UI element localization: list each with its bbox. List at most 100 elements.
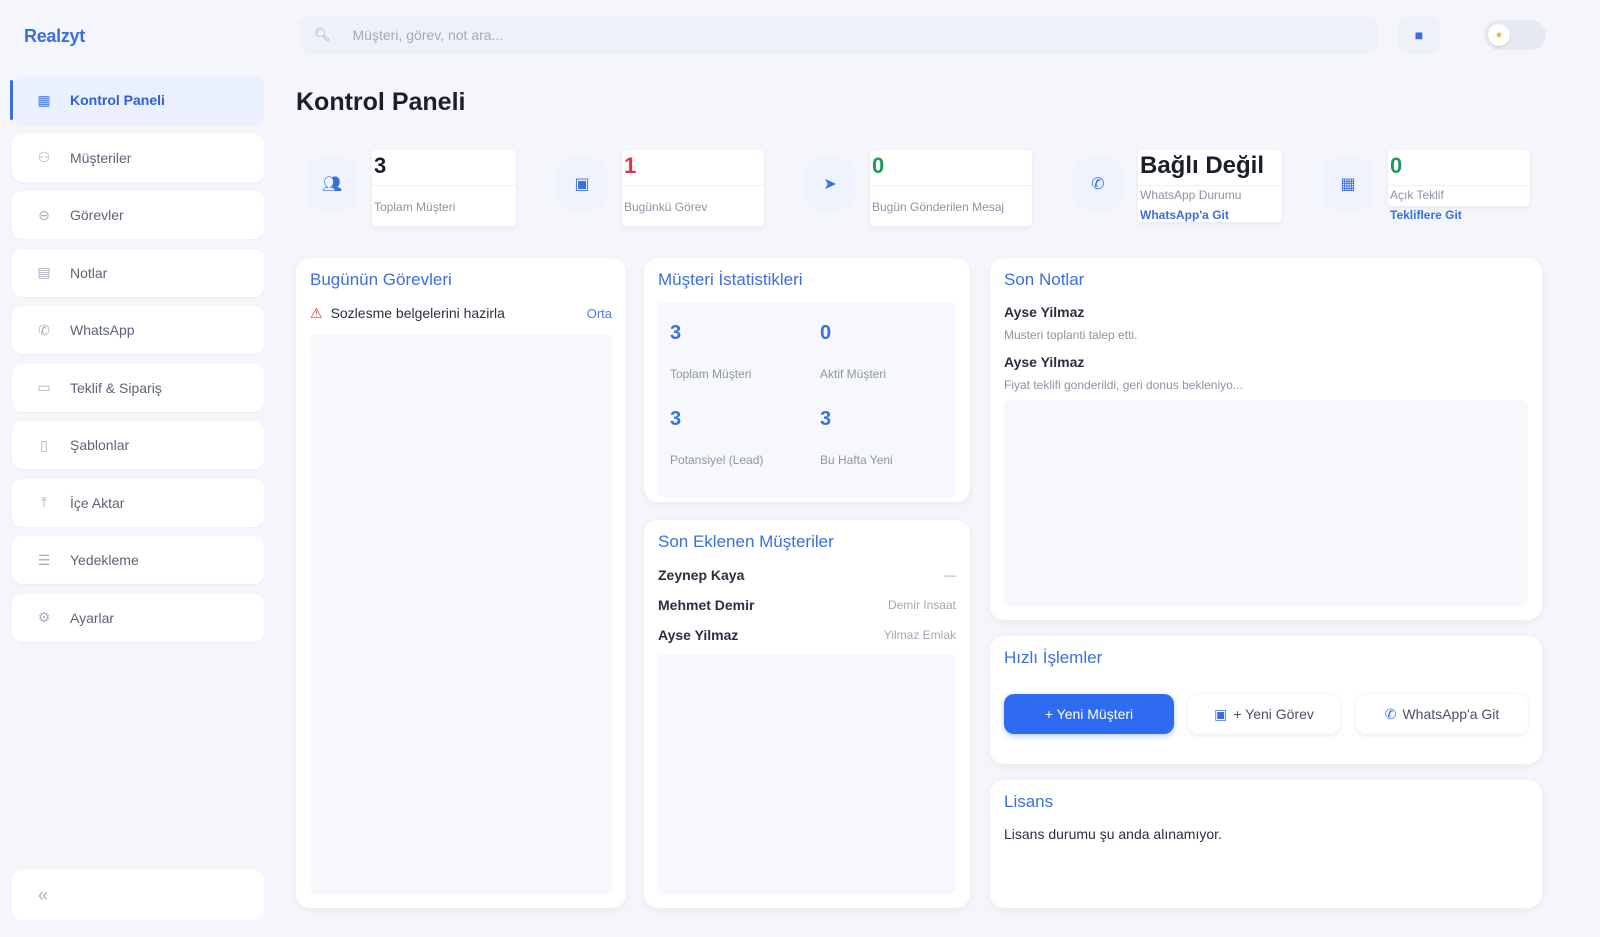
stat-number: 3: [670, 322, 682, 344]
customer-row[interactable]: Ayse Yilmaz Yilmaz Emlak: [658, 624, 956, 646]
stat-panel: 0 Açık Teklif Tekliflere Git: [1388, 150, 1530, 222]
note-author[interactable]: Ayse Yilmaz: [1004, 304, 1084, 320]
note-icon: ▤: [37, 264, 51, 280]
stat-total-customers: 3 Toplam Müşteri: [670, 322, 810, 381]
task-text: Sozlesme belgelerini hazirla: [330, 305, 505, 321]
users-icon: ⚇: [37, 149, 51, 165]
brand-logo[interactable]: Realzyt: [24, 26, 85, 47]
sidebar-item-whatsapp[interactable]: ✆ WhatsApp: [12, 306, 264, 354]
customer-row[interactable]: Mehmet Demir Demir Insaat: [658, 594, 956, 616]
priority-badge: Orta: [586, 305, 612, 321]
upload-icon: ⤒: [40, 494, 48, 510]
customer-name: Mehmet Demir: [658, 597, 755, 613]
sidebar-item-label: WhatsApp: [70, 322, 135, 338]
stat-number: 3: [670, 408, 682, 430]
sidebar-item-backup[interactable]: ☰ Yedekleme: [12, 536, 264, 584]
stat-card-today-tasks: ▣ 1 Bugünkü Görev: [556, 150, 768, 226]
bookmark-icon: ■: [1414, 27, 1424, 43]
stat-caption: Potansiyel (Lead): [670, 453, 764, 467]
stat-value: 1: [622, 150, 764, 186]
sidebar-item-notes[interactable]: ▤ Notlar: [12, 248, 264, 297]
stat-card-total-customers: 👥︎ 3 Toplam Müşteri: [306, 150, 518, 226]
search-input[interactable]: [352, 27, 1253, 43]
task-item[interactable]: ⚠ Sozlesme belgelerini hazirla Orta: [310, 302, 612, 324]
card-title: Son Eklenen Müşteriler: [658, 532, 834, 551]
note-author[interactable]: Ayse Yilmaz: [1004, 354, 1084, 370]
stat-label: Bugün Gönderilen Mesaj: [872, 200, 1005, 214]
tasks-list-area: [310, 334, 612, 894]
stat-value: Bağlı Değil: [1138, 150, 1282, 186]
search-bar[interactable]: 🔍︎: [300, 16, 1378, 54]
page-title: Kontrol Paneli: [296, 88, 466, 116]
stat-caption: Toplam Müşteri: [670, 367, 752, 381]
send-icon: ➤: [804, 158, 856, 210]
calendar-icon: ▣: [1214, 705, 1228, 722]
grid-icon: ▦: [37, 91, 51, 108]
recent-customers-card: Son Eklenen Müşteriler Zeynep Kaya — Meh…: [644, 520, 970, 908]
offers-link[interactable]: Tekliflere Git: [1390, 208, 1462, 222]
customer-company: Demir Insaat: [887, 598, 956, 612]
notes-list-area: [1004, 400, 1528, 606]
quick-actions-card: Hızlı İşlemler + Yeni Müşteri ▣ + Yeni G…: [990, 636, 1542, 764]
sidebar-item-templates[interactable]: ▯ Şablonlar: [12, 421, 264, 469]
theme-toggle[interactable]: ●: [1484, 20, 1546, 50]
whatsapp-link[interactable]: WhatsApp'a Git: [1140, 208, 1229, 222]
customer-stats-grid: 3 Toplam Müşteri 0 Aktif Müşteri 3 Potan…: [658, 302, 956, 498]
stat-value: 0: [1388, 150, 1530, 186]
recent-notes-card: Son Notlar Ayse Yilmaz Musteri toplanti …: [990, 258, 1542, 620]
stat-label: Açık Teklif: [1390, 188, 1444, 202]
new-customer-button[interactable]: + Yeni Müşteri: [1004, 694, 1174, 734]
go-whatsapp-label: WhatsApp'a Git: [1402, 706, 1500, 722]
stat-active-customers: 0 Aktif Müşteri: [820, 322, 960, 381]
users-icon: 👥︎: [306, 158, 358, 210]
customer-company: —: [944, 568, 956, 582]
new-task-label: + Yeni Görev: [1233, 706, 1314, 722]
sidebar-item-label: İçe Aktar: [70, 494, 125, 511]
stat-number: 0: [820, 322, 832, 344]
stat-caption: Aktif Müşteri: [820, 367, 887, 381]
stat-panel: 0 Bugün Gönderilen Mesaj: [870, 150, 1032, 226]
sidebar-collapse-button[interactable]: «: [12, 870, 264, 920]
sidebar-item-dashboard[interactable]: ▦ Kontrol Paneli: [10, 76, 264, 124]
sidebar-item-label: Notlar: [70, 264, 108, 281]
stat-value: 0: [870, 150, 1032, 186]
new-task-button[interactable]: ▣ + Yeni Görev: [1188, 694, 1340, 734]
sidebar-item-offers[interactable]: ▭ Teklif & Sipariş: [12, 363, 264, 412]
sidebar-item-label: Görevler: [70, 207, 124, 223]
check-circle-icon: ⊖: [38, 206, 50, 223]
stat-new-this-week: 3 Bu Hafta Yeni: [820, 408, 960, 467]
today-tasks-card: Bugünün Görevleri ⚠ Sozlesme belgelerini…: [296, 258, 626, 908]
sidebar-item-label: Ayarlar: [70, 609, 115, 626]
stat-panel: Bağlı Değil WhatsApp Durumu WhatsApp'a G…: [1138, 150, 1282, 222]
sidebar-item-label: Müşteriler: [70, 149, 132, 166]
stat-label: Bugünkü Görev: [624, 200, 708, 214]
stat-label: WhatsApp Durumu: [1140, 188, 1242, 202]
database-icon: ☰: [37, 551, 51, 568]
file-icon: ▯: [40, 436, 48, 453]
sidebar-item-import[interactable]: ⤒ İçe Aktar: [12, 478, 264, 527]
card-icon: ▭: [37, 379, 51, 395]
card-title: Müşteri İstatistikleri: [658, 270, 803, 289]
sidebar-item-tasks[interactable]: ⊖ Görevler: [12, 191, 264, 239]
stat-card-whatsapp-status: ✆ Bağlı Değil WhatsApp Durumu WhatsApp'a…: [1072, 150, 1284, 226]
stat-card-open-offers: ▦ 0 Açık Teklif Tekliflere Git: [1322, 150, 1534, 226]
sidebar-item-label: Teklif & Sipariş: [70, 379, 162, 396]
grid-icon: ▦: [1322, 158, 1374, 210]
whatsapp-icon: ✆: [1384, 705, 1397, 722]
sidebar-item-label: Yedekleme: [70, 552, 139, 568]
sidebar-item-customers[interactable]: ⚇ Müşteriler: [12, 133, 264, 182]
chevron-double-left-icon: «: [38, 884, 49, 905]
sidebar-item-settings[interactable]: ⚙ Ayarlar: [12, 593, 264, 642]
bookmark-button[interactable]: ■: [1398, 16, 1440, 54]
go-whatsapp-button[interactable]: ✆ WhatsApp'a Git: [1356, 694, 1528, 734]
sidebar: Realzyt ▦ Kontrol Paneli ⚇ Müşteriler ⊖ …: [0, 0, 270, 937]
note-text: Fiyat teklifi gonderildi, geri donus bek…: [1004, 378, 1243, 392]
gear-icon: ⚙: [37, 609, 51, 625]
customers-list-area: [658, 654, 956, 894]
card-title: Bugünün Görevleri: [310, 270, 452, 289]
card-title: Son Notlar: [1004, 270, 1085, 289]
warning-icon: ⚠: [310, 304, 323, 321]
customer-row[interactable]: Zeynep Kaya —: [658, 564, 956, 586]
sun-icon: ●: [1488, 24, 1510, 46]
license-status-text: Lisans durumu şu anda alınamıyor.: [1004, 826, 1222, 842]
